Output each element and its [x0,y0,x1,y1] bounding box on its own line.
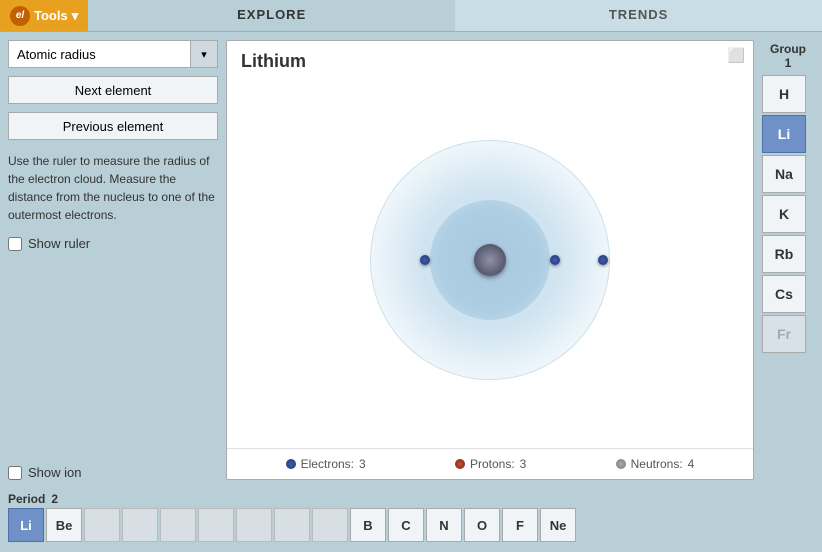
electron-1 [420,255,430,265]
electron-3 [598,255,608,265]
period-btn-empty-2 [122,508,158,542]
protons-legend: Protons: 3 [455,457,526,471]
period-btn-empty-5 [236,508,272,542]
period-btn-empty-1 [84,508,120,542]
period-btn-C[interactable]: C [388,508,424,542]
property-dropdown-row: Atomic radius Ionization energy Electron… [8,40,218,68]
group-element-Rb[interactable]: Rb [762,235,806,273]
left-panel: Atomic radius Ionization energy Electron… [8,40,218,480]
electrons-count: 3 [359,457,366,471]
period-number: 2 [51,492,58,506]
neutrons-legend: Neutrons: 4 [616,457,695,471]
period-elements: Li Be B C N O F Ne [8,508,814,542]
tab-area: EXPLORE TRENDS [88,0,822,31]
group-element-Li[interactable]: Li [762,115,806,153]
group-element-Fr: Fr [762,315,806,353]
period-btn-empty-6 [274,508,310,542]
period-btn-O[interactable]: O [464,508,500,542]
description-text: Use the ruler to measure the radius of t… [8,152,218,224]
period-btn-Be[interactable]: Be [46,508,82,542]
main-layout: Atomic radius Ionization energy Electron… [0,32,822,488]
protons-label: Protons: [470,457,515,471]
atom-viewer [227,72,753,448]
group-element-H[interactable]: H [762,75,806,113]
period-btn-Li[interactable]: Li [8,508,44,542]
atom-container [360,130,620,390]
nucleus [474,244,506,276]
protons-count: 3 [520,457,527,471]
period-btn-empty-3 [160,508,196,542]
electron-2 [550,255,560,265]
tools-button[interactable]: el Tools ▾ [0,0,88,31]
top-bar: el Tools ▾ EXPLORE TRENDS [0,0,822,32]
neutrons-count: 4 [688,457,695,471]
right-panel: Group1 H Li Na K Rb Cs Fr [762,40,814,480]
show-ruler-row: Show ruler [8,236,218,251]
show-ion-label[interactable]: Show ion [28,465,81,480]
period-btn-F[interactable]: F [502,508,538,542]
property-select[interactable]: Atomic radius Ionization energy Electron… [8,40,190,68]
electrons-label: Electrons: [301,457,354,471]
period-label: Period 2 [8,492,814,506]
camera-icon[interactable]: ⬜ [728,47,745,64]
period-btn-empty-4 [198,508,234,542]
show-ion-checkbox[interactable] [8,466,22,480]
period-btn-B[interactable]: B [350,508,386,542]
next-element-button[interactable]: Next element [8,76,218,104]
neutron-dot-icon [616,459,626,469]
period-btn-empty-7 [312,508,348,542]
group-label: Group1 [762,40,814,75]
bottom-row: Period 2 Li Be B C N O F Ne [0,488,822,552]
show-ruler-label[interactable]: Show ruler [28,236,90,251]
electrons-legend: Electrons: 3 [286,457,366,471]
period-btn-Ne[interactable]: Ne [540,508,576,542]
atom-title: Lithium [227,41,753,72]
group-element-Na[interactable]: Na [762,155,806,193]
tools-label: Tools [34,8,68,23]
center-panel: Lithium ⬜ Electrons: 3 Protons: 3 [226,40,754,480]
proton-dot-icon [455,459,465,469]
show-ruler-checkbox[interactable] [8,237,22,251]
group-element-Cs[interactable]: Cs [762,275,806,313]
neutrons-label: Neutrons: [631,457,683,471]
period-btn-N[interactable]: N [426,508,462,542]
tab-explore[interactable]: EXPLORE [88,0,455,31]
group-element-K[interactable]: K [762,195,806,233]
atom-legend: Electrons: 3 Protons: 3 Neutrons: 4 [227,448,753,479]
period-text: Period [8,492,45,506]
tab-trends[interactable]: TRENDS [455,0,822,31]
dropdown-arrow-icon[interactable]: ▾ [190,40,218,68]
tools-dropdown-arrow: ▾ [72,8,79,24]
tools-logo: el [10,6,30,26]
electron-dot-icon [286,459,296,469]
show-ion-row: Show ion [8,465,218,480]
previous-element-button[interactable]: Previous element [8,112,218,140]
